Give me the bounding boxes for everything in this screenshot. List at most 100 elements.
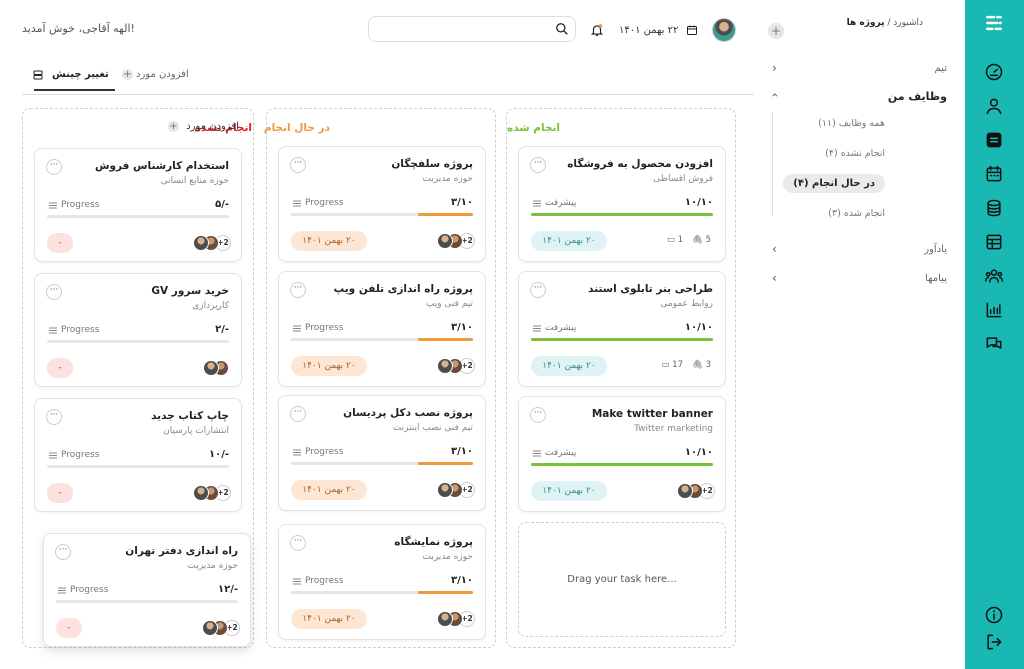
sidebar-sub-todo[interactable]: انجام نشده (۴) — [825, 148, 885, 159]
calendar-icon[interactable] — [982, 162, 1006, 186]
sidebar-item-messages[interactable]: پیامها › — [772, 270, 947, 290]
info-icon[interactable] — [982, 603, 1006, 627]
more-icon[interactable]: ··· — [530, 407, 546, 423]
attachments-count: 🖇 3 — [692, 360, 711, 370]
progress-bar — [531, 338, 713, 341]
more-icon[interactable]: ··· — [530, 282, 546, 298]
icon-rail — [965, 0, 1024, 669]
welcome-text: الهه آقاجی، خوش آمدید! — [22, 22, 135, 35]
avatar — [437, 611, 453, 627]
more-icon[interactable]: ··· — [290, 157, 306, 173]
list-icon — [533, 450, 541, 457]
due-date-pill[interactable]: ۲۰ بهمن ۱۴۰۱ — [531, 481, 607, 501]
progress-value: ۱۲/- — [217, 584, 238, 595]
bell-icon[interactable] — [590, 23, 604, 37]
progress-value: ۳/۱۰ — [451, 197, 473, 208]
add-icon[interactable]: + — [768, 23, 784, 39]
progress-label: Progress — [70, 585, 109, 595]
search-icon — [556, 23, 568, 35]
due-date-pill[interactable]: ۲۰ بهمن ۱۴۰۱ — [531, 356, 607, 376]
task-card[interactable]: افزودن محصول به فروشگاه فروش اقساطی ··· پیش… — [518, 146, 726, 262]
add-item-button[interactable]: افزودن مورد + — [168, 121, 239, 132]
sidebar-item-team[interactable]: تیم ‹ — [772, 60, 947, 80]
sidebar-sub-done[interactable]: انجام شده (۳) — [828, 208, 885, 219]
list-icon — [293, 200, 301, 207]
sidebar-item-label: وظایف من — [887, 90, 947, 103]
progress-label: Progress — [61, 450, 100, 460]
chart-icon[interactable] — [982, 298, 1006, 322]
due-date-pill[interactable]: ۲۰ بهمن ۱۴۰۱ — [291, 231, 367, 251]
due-date-pill[interactable]: ۲۰ بهمن ۱۴۰۱ — [291, 356, 367, 376]
calendar-icon — [686, 25, 697, 35]
due-date-pill[interactable]: ۲۰ بهمن ۱۴۰۱ — [531, 231, 607, 251]
breadcrumb-parent[interactable]: داشبورد — [893, 18, 923, 28]
task-title: طراحی بنر تابلوی استند — [588, 283, 713, 295]
task-subtitle: تیم فنی نصب اینترنت — [392, 423, 473, 433]
due-date-pill[interactable]: - — [47, 233, 73, 253]
table-icon[interactable] — [982, 230, 1006, 254]
task-card[interactable]: Make twitter banner Twitter marketing ··· پ… — [518, 396, 726, 512]
progress-bar — [291, 213, 473, 216]
coins-icon[interactable] — [982, 196, 1006, 220]
sidebar-item-my-tasks[interactable]: وظایف من ‹ — [767, 87, 947, 107]
task-card[interactable]: پروژه سلفچگان حوزه مدیریت ··· Progress ۳/۱۰ ۲… — [278, 146, 486, 262]
task-card[interactable]: راه اندازی دفتر تهران حوزه مدیریت ··· Progr… — [43, 533, 251, 647]
drop-zone[interactable]: Drag your task here... — [518, 522, 726, 637]
header-date-text: ۲۲ بهمن ۱۴۰۱ — [619, 25, 679, 36]
due-date-pill[interactable]: ۲۰ بهمن ۱۴۰۱ — [291, 480, 367, 500]
tab-change-layout[interactable]: تغییر چینش — [33, 69, 115, 91]
tree-line — [772, 112, 773, 216]
more-icon[interactable]: ··· — [46, 284, 62, 300]
list-icon — [293, 325, 301, 332]
task-title: افزودن محصول به فروشگاه — [567, 158, 713, 170]
due-date-pill[interactable]: ۲۰ بهمن ۱۴۰۱ — [291, 609, 367, 629]
sidebar-item-reminders[interactable]: یادآور › — [772, 241, 947, 261]
due-date-pill[interactable]: - — [47, 483, 73, 503]
task-card[interactable]: پروژه راه اندازی تلفن ویپ تیم فنی ویپ ··· P… — [278, 271, 486, 387]
avatar — [437, 482, 453, 498]
sidebar-item-label: یادآور — [924, 244, 947, 255]
more-icon[interactable]: ··· — [46, 409, 62, 425]
attachments-value: 5 — [705, 235, 711, 245]
task-card[interactable]: طراحی بنر تابلوی استند روابط عمومی ··· پیشر… — [518, 271, 726, 387]
list-icon — [49, 327, 57, 334]
more-icon[interactable]: ··· — [55, 544, 71, 560]
more-icon[interactable]: ··· — [290, 282, 306, 298]
add-icon: + — [122, 69, 133, 80]
more-icon[interactable]: ··· — [290, 535, 306, 551]
due-date-pill[interactable]: - — [47, 358, 73, 378]
sidebar-sub-all[interactable]: همه وظایف (۱۱) — [818, 118, 885, 129]
task-card[interactable]: خرید سرور GV کارپردازی ··· Progress ۲/- - — [34, 273, 242, 387]
task-card[interactable]: پروژه نمایشگاه حوزه مدیریت ··· Progress ۳/۱۰… — [278, 524, 486, 640]
task-title: چاپ کتاب جدید — [151, 410, 229, 422]
menu-icon[interactable] — [982, 11, 1006, 35]
progress-fill — [531, 213, 713, 216]
progress-bar — [291, 591, 473, 594]
avatar[interactable] — [712, 18, 736, 42]
more-icon[interactable]: ··· — [530, 157, 546, 173]
logout-icon[interactable] — [982, 630, 1006, 654]
team-icon[interactable] — [982, 264, 1006, 288]
search-input[interactable] — [368, 16, 576, 42]
task-title: راه اندازی دفتر تهران — [125, 545, 238, 557]
user-icon[interactable] — [982, 94, 1006, 118]
due-date-pill[interactable]: - — [56, 618, 82, 638]
progress-bar — [47, 465, 229, 468]
tasks-icon[interactable] — [982, 128, 1006, 152]
main-content: الهه آقاجی، خوش آمدید! ۲۲ بهمن ۱۴۰۱ تغیی… — [0, 0, 760, 669]
task-card[interactable]: استخدام کارشناس فروش حوزه منابع انسانی ···… — [34, 148, 242, 262]
paperclip-icon: 🖇 — [692, 235, 703, 245]
task-card[interactable]: چاپ کتاب جدید انتشارات پارسیان ··· Progress… — [34, 398, 242, 512]
more-icon[interactable]: ··· — [290, 406, 306, 422]
header-date: ۲۲ بهمن ۱۴۰۱ — [619, 24, 698, 36]
gauge-icon[interactable] — [982, 60, 1006, 84]
chat-icon[interactable] — [982, 332, 1006, 356]
progress-fill — [418, 591, 473, 594]
task-card[interactable]: پروژه نصب دکل پردیسان تیم فنی نصب اینترنت… — [278, 395, 486, 511]
list-icon — [49, 202, 57, 209]
tab-add-item[interactable]: افزودن مورد + — [122, 69, 189, 80]
sidebar-sub-doing[interactable]: در حال انجام (۴) — [783, 174, 885, 193]
attachments-value: 3 — [705, 360, 711, 370]
more-icon[interactable]: ··· — [46, 159, 62, 175]
progress-fill — [531, 338, 713, 341]
